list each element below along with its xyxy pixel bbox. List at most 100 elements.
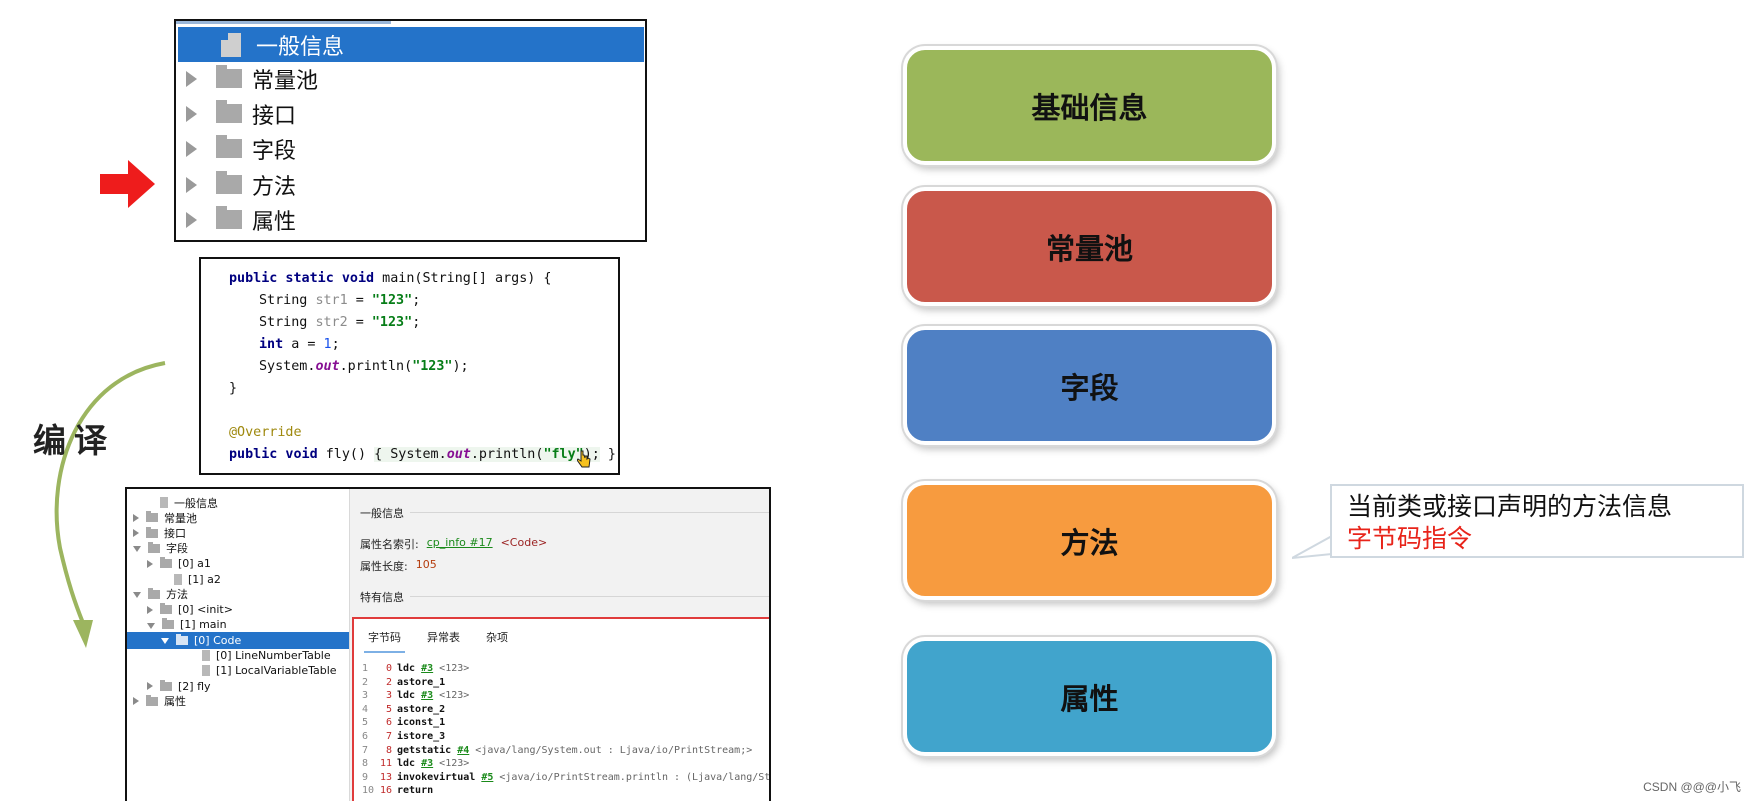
- code-line: @Override: [229, 425, 302, 440]
- folder-icon: [216, 135, 242, 158]
- code-token: public static void: [229, 271, 375, 286]
- bytecode-panel: 字节码 异常表 杂项 1 0 ldc #3 <123> 2 2 astore_1 3 3 ldc…: [352, 617, 771, 801]
- tree-item-constant-pool[interactable]: 常量池: [176, 61, 645, 96]
- code-token: ;: [412, 315, 421, 330]
- code-token: "123": [371, 293, 413, 308]
- divider: [410, 512, 769, 513]
- code-token: "123": [371, 315, 413, 330]
- tree-item-label: [1] main: [180, 618, 227, 632]
- bytecode-comment: <123>: [439, 758, 470, 770]
- tree-item-label: 一般信息: [256, 34, 345, 60]
- tree-item-fields[interactable]: 字段: [176, 131, 645, 166]
- opcode: astore_2: [397, 703, 446, 715]
- bytecode-offset: 6: [385, 717, 392, 729]
- folder-icon: [146, 694, 158, 706]
- expand-arrow-icon[interactable]: [186, 211, 197, 228]
- callout-line-1: 当前类或接口声明的方法信息: [1347, 492, 1673, 521]
- tree-item-label: 属性: [164, 695, 186, 709]
- code-token: a =: [283, 337, 324, 352]
- opcode: ldc: [397, 663, 416, 674]
- constant-pool-link[interactable]: #3: [421, 758, 433, 769]
- category-box-methods: 方法: [903, 481, 1276, 600]
- tree-item-methods[interactable]: 方法: [176, 167, 645, 202]
- folder-icon: [160, 603, 172, 615]
- expand-arrow-icon[interactable]: [186, 140, 197, 157]
- folder-icon: [162, 618, 174, 630]
- category-box-fields: 字段: [903, 326, 1276, 445]
- code-line: public void fly() { System.out.println("…: [229, 447, 616, 462]
- expand-arrow-icon[interactable]: [133, 529, 139, 538]
- code-line: System.out.println("123");: [259, 359, 469, 374]
- code-token: out: [446, 447, 471, 462]
- expand-arrow-icon[interactable]: [147, 605, 153, 614]
- constant-pool-link[interactable]: #5: [481, 772, 493, 783]
- opcode: getstatic: [397, 744, 452, 756]
- tree-item-general-info[interactable]: 一般信息: [178, 27, 644, 62]
- bytecode-comment: <123>: [439, 663, 470, 674]
- class-structure-tree: 一般信息 常量池 接口 字段 [0] a1 [1] a2 方法 [0] <init> [1] m…: [127, 489, 349, 801]
- bytecode-line: 1 0 ldc #3 <123>: [362, 663, 469, 674]
- cp-info-link[interactable]: cp_info #17: [427, 536, 493, 552]
- tree-item-interfaces[interactable]: 接口: [176, 96, 645, 131]
- bytecode-comment: <java/io/PrintStream.println : (Ljava/la…: [499, 771, 771, 783]
- field-label: 属性长度:: [360, 560, 408, 573]
- opcode: istore_3: [397, 731, 446, 742]
- code-token: =: [347, 293, 372, 308]
- category-label: 方法: [1060, 525, 1119, 560]
- opcode: ldc: [397, 758, 416, 770]
- line-number: 4: [362, 703, 369, 715]
- expand-arrow-icon[interactable]: [133, 513, 139, 522]
- collapse-arrow-icon[interactable]: [133, 592, 141, 599]
- opcode: iconst_1: [397, 717, 446, 729]
- folder-icon: [216, 65, 242, 88]
- category-box-attributes: 属性: [903, 637, 1276, 756]
- code-token: main(String[] args) {: [374, 271, 552, 286]
- folder-icon: [148, 541, 160, 553]
- tree-item-label: [1] LocalVariableTable: [216, 664, 337, 678]
- tree-item-attributes[interactable]: 属性: [176, 202, 645, 237]
- java-code-snippet: public static void main(String[] args) {…: [199, 257, 620, 475]
- expand-arrow-icon[interactable]: [186, 176, 197, 193]
- tab-bytecode[interactable]: 字节码: [364, 629, 405, 653]
- code-token: }: [599, 447, 616, 462]
- line-number: 3: [362, 690, 369, 702]
- bytecode-offset: 16: [379, 785, 392, 797]
- bytecode-line: 2 2 astore_1: [362, 677, 445, 688]
- expand-arrow-icon[interactable]: [133, 697, 139, 706]
- tree-item-label: 一般信息: [174, 496, 218, 510]
- constant-pool-link[interactable]: #3: [421, 690, 433, 701]
- tab-misc[interactable]: 杂项: [482, 629, 512, 653]
- line-number: 6: [362, 731, 369, 742]
- expand-arrow-icon[interactable]: [147, 682, 153, 691]
- expand-arrow-icon[interactable]: [147, 559, 153, 568]
- line-number: 10: [362, 785, 375, 797]
- line-number: 8: [362, 758, 369, 770]
- bytecode-line: 8 11 ldc #3 <123>: [362, 758, 469, 769]
- tab-exception-table[interactable]: 异常表: [423, 629, 464, 653]
- folder-icon: [176, 633, 188, 645]
- tree-item-label: [0] <init>: [178, 603, 233, 617]
- collapse-arrow-icon[interactable]: [133, 546, 141, 553]
- code-line: String str2 = "123";: [259, 315, 420, 330]
- tree-item-label: 方法: [252, 174, 297, 200]
- structure-tree-panel: 一般信息 常量池 接口 字段 方法 属性: [174, 19, 647, 242]
- collapse-arrow-icon[interactable]: [161, 638, 169, 645]
- expand-arrow-icon[interactable]: [186, 70, 197, 87]
- folder-icon: [216, 171, 242, 194]
- viewer-tree-item[interactable]: 属性: [127, 693, 349, 710]
- category-label: 常量池: [1045, 231, 1133, 266]
- bytecode-line: 9 13 invokevirtual #5 <java/io/PrintStream…: [362, 771, 771, 783]
- red-arrow-icon: [100, 160, 155, 208]
- tree-item-label: 属性: [252, 209, 297, 235]
- code-token: "123": [412, 359, 453, 374]
- code-token: String: [259, 293, 316, 308]
- class-viewer-window: 一般信息 常量池 接口 字段 [0] a1 [1] a2 方法 [0] <init> [1] m…: [125, 487, 771, 801]
- constant-pool-link[interactable]: #3: [421, 663, 433, 674]
- code-token: fly(): [317, 447, 375, 462]
- constant-pool-link[interactable]: #4: [457, 745, 469, 756]
- expand-arrow-icon[interactable]: [186, 105, 197, 122]
- line-number: 2: [362, 676, 369, 688]
- folder-icon: [160, 679, 172, 691]
- collapse-arrow-icon[interactable]: [147, 622, 155, 629]
- tree-item-label: 接口: [252, 103, 297, 129]
